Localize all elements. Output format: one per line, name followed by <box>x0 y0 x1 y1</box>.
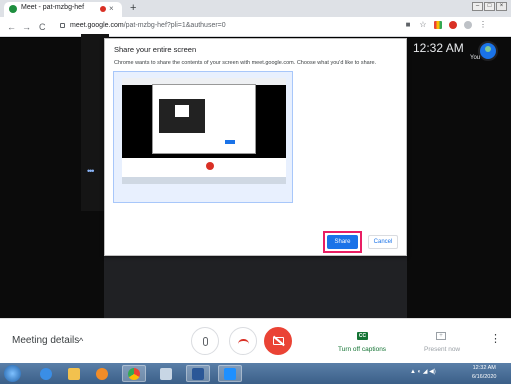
window-controls: – □ × <box>472 2 507 11</box>
system-tray-icons[interactable]: ▲ ◐ ◢ ◀) <box>410 368 436 375</box>
stage-right-area <box>407 38 511 318</box>
recording-indicator-icon <box>100 6 106 12</box>
tile-more-icon[interactable]: ••• <box>87 166 95 176</box>
chevron-up-icon[interactable]: ^ <box>79 335 83 347</box>
forward-button[interactable]: → <box>22 20 31 34</box>
screen-thumbnail <box>122 78 286 184</box>
address-bar[interactable]: meet.google.com/pat-mzbg-hef?pli=1&authu… <box>58 20 413 34</box>
back-button[interactable]: ← <box>7 20 16 34</box>
thumb-nested-preview <box>175 105 189 117</box>
chrome-icon[interactable] <box>122 365 146 382</box>
media-player-icon[interactable] <box>90 365 114 382</box>
thumb-dialog <box>152 84 256 154</box>
microphone-button[interactable] <box>191 327 219 355</box>
windows-taskbar: ▲ ◐ ◢ ◀) 12:32 AM 6/16/2020 <box>0 363 511 384</box>
meeting-details-button[interactable]: Meeting details <box>12 335 79 346</box>
extension-icon[interactable] <box>434 21 442 29</box>
camera-off-button[interactable] <box>264 327 292 355</box>
url-text: meet.google.com/pat-mzbg-hef?pli=1&authu… <box>70 22 226 29</box>
self-avatar[interactable] <box>478 41 498 61</box>
tab-close-icon[interactable]: × <box>109 3 114 15</box>
share-screen-dialog: Share your entire screen Chrome wants to… <box>104 38 407 256</box>
share-button-highlight: Share <box>323 231 362 253</box>
maximize-button[interactable]: □ <box>484 2 495 11</box>
turn-off-captions-button[interactable]: Turn off captions <box>338 346 386 353</box>
meet-favicon-icon <box>9 5 17 13</box>
chrome-menu-icon[interactable]: ⋮ <box>479 21 487 29</box>
self-label: You <box>470 55 481 61</box>
thumb-share-button <box>225 140 235 144</box>
meeting-clock: 12:32 AM <box>413 41 464 55</box>
new-tab-button[interactable]: + <box>130 0 136 17</box>
meeting-controls-bar: Meeting details ^ CC Turn off captions +… <box>0 318 511 363</box>
camera-permission-icon[interactable]: ■ <box>404 21 412 29</box>
url-path: /pat-mzbg-hef?pli=1&authuser=0 <box>123 22 226 29</box>
tab-title: Meet - pat-mzbg-hef <box>21 4 85 11</box>
camera-off-icon <box>272 337 284 345</box>
captions-icon[interactable]: CC <box>357 332 368 340</box>
browser-tab[interactable]: Meet - pat-mzbg-hef × <box>4 2 122 17</box>
word-icon[interactable] <box>186 365 210 382</box>
cancel-button[interactable]: Cancel <box>368 235 398 249</box>
share-button[interactable]: Share <box>327 235 358 249</box>
dialog-description: Chrome wants to share the contents of yo… <box>114 60 377 66</box>
thumb-taskbar <box>122 177 286 184</box>
explorer-icon[interactable] <box>62 365 86 382</box>
browser-tab-strip: Meet - pat-mzbg-hef × + – □ × <box>0 0 511 17</box>
extension-record-icon[interactable] <box>449 21 457 29</box>
profile-avatar[interactable] <box>464 21 472 29</box>
present-icon[interactable]: + <box>436 332 446 340</box>
taskbar-clock[interactable]: 12:32 AM 6/16/2020 <box>472 364 496 382</box>
more-options-icon[interactable]: ⋮ <box>490 333 501 345</box>
minimize-button[interactable]: – <box>472 2 483 11</box>
close-window-button[interactable]: × <box>496 2 507 11</box>
paint-icon[interactable] <box>154 365 178 382</box>
mail-icon[interactable] <box>218 365 242 382</box>
ie-icon[interactable] <box>34 365 58 382</box>
taskbar-date: 6/16/2020 <box>472 374 497 380</box>
present-now-button[interactable]: Present now <box>424 346 460 353</box>
hang-up-icon <box>237 338 249 344</box>
toolbar-icons: ■ ☆ ⋮ <box>404 21 487 29</box>
start-button[interactable] <box>4 365 21 382</box>
browser-toolbar: ← → C meet.google.com/pat-mzbg-hef?pli=1… <box>0 17 511 37</box>
reload-button[interactable]: C <box>39 20 46 34</box>
taskbar-time: 12:32 AM <box>472 365 496 371</box>
leave-call-button[interactable] <box>229 327 257 355</box>
bookmark-star-icon[interactable]: ☆ <box>419 21 427 29</box>
thumb-preview <box>159 99 205 133</box>
screen-preview-option[interactable] <box>113 71 293 203</box>
url-host: meet.google.com <box>70 22 124 29</box>
lock-icon <box>60 23 65 28</box>
microphone-icon <box>202 336 208 346</box>
thumb-camera-button <box>206 162 214 170</box>
dialog-title: Share your entire screen <box>114 45 197 54</box>
